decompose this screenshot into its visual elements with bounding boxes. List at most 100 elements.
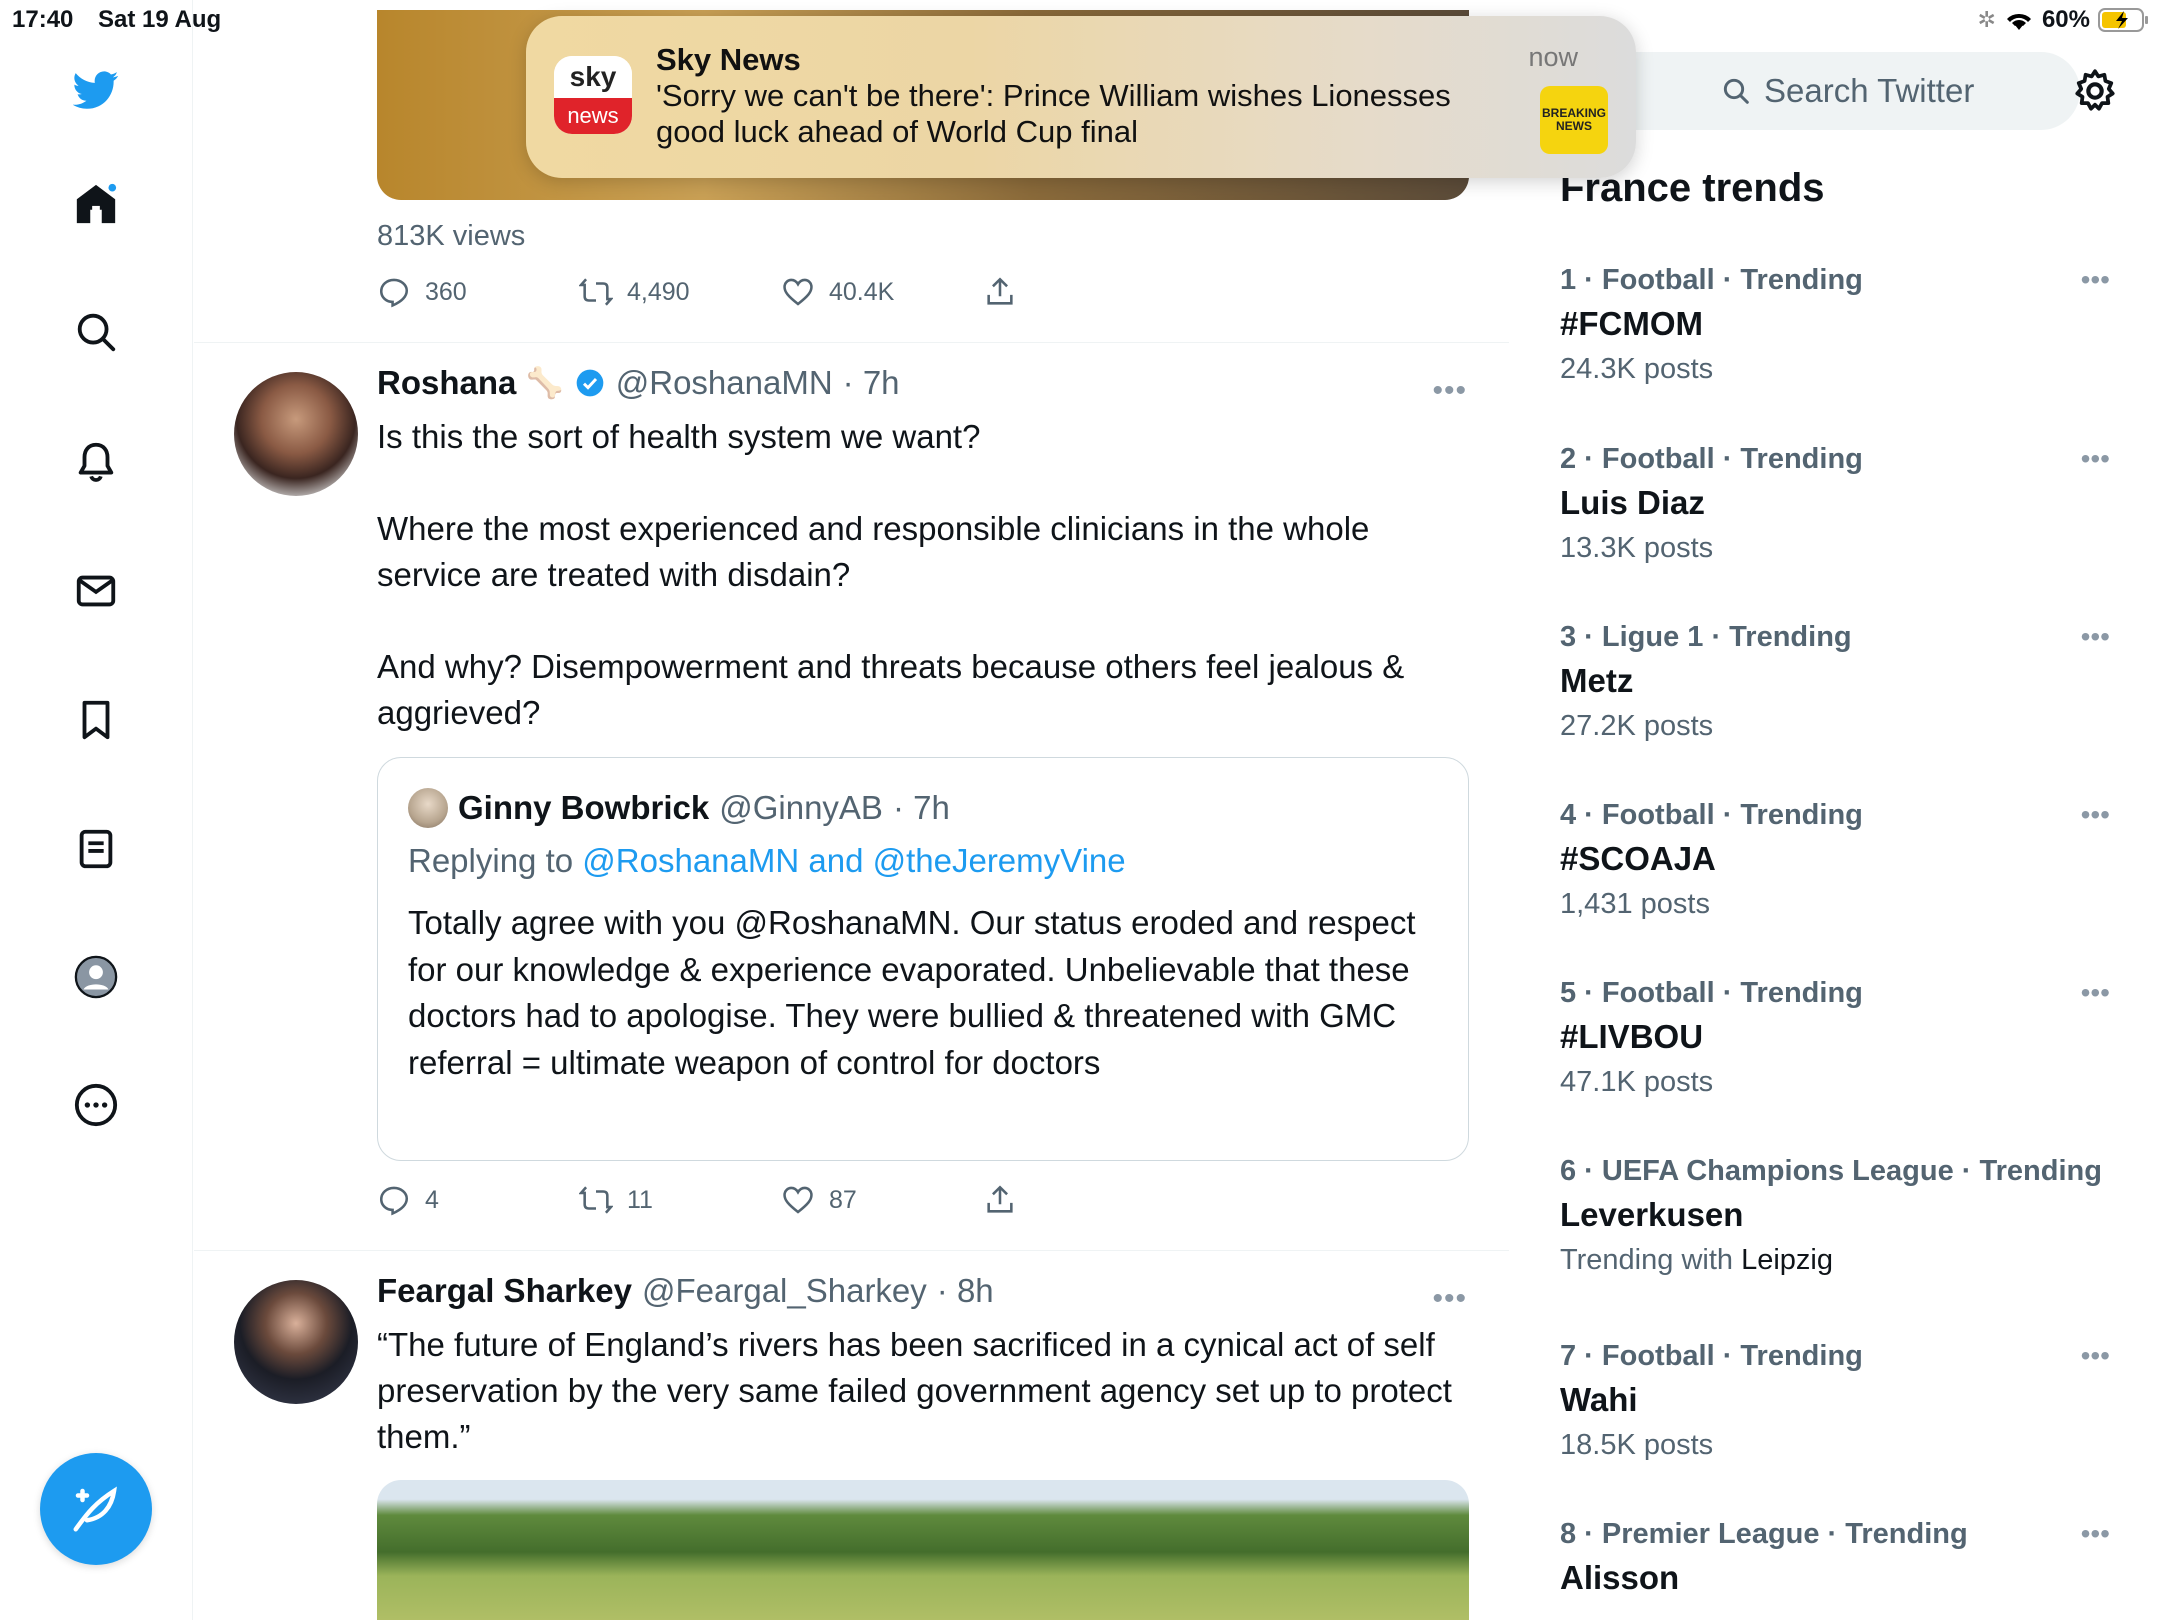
bookmark-icon[interactable] [64, 688, 128, 752]
trend-name: Alisson [1560, 1559, 1680, 1596]
trend-meta: 2 · Football · Trending [1560, 443, 1863, 475]
app-icon-top: sky [554, 56, 632, 98]
retweet-count: 4,490 [627, 277, 690, 306]
trend-with-name: Leipzig [1741, 1244, 1833, 1276]
heart-icon [783, 278, 813, 306]
timeline: 813K views 360 4,490 40.4K Roshana 🦴 @Ro… [194, 0, 1509, 1620]
home-icon[interactable] [64, 172, 128, 236]
trend-item[interactable]: 8 · Premier League · Trending Alisson ••… [1560, 1518, 2120, 1597]
trend-name: Wahi [1560, 1381, 1638, 1418]
trend-posts: 27.2K posts [1560, 710, 1714, 742]
trend-posts: 47.1K posts [1560, 1066, 1714, 1098]
avatar [408, 788, 448, 828]
trend-more-icon[interactable]: ••• [2081, 264, 2110, 296]
profile-icon[interactable] [64, 945, 128, 1009]
tweet-header: Feargal Sharkey @Feargal_Sharkey · 8h [377, 1272, 994, 1310]
notification-banner[interactable]: sky news Sky News 'Sorry we can't be the… [526, 16, 1636, 178]
notification-app-name: Sky News [656, 42, 801, 77]
notification-time: now [1528, 42, 1578, 72]
tweet-header: Roshana 🦴 @RoshanaMN · 7h [377, 364, 900, 402]
trend-item[interactable]: 7 · Football · Trending Wahi 18.5K posts… [1560, 1340, 2120, 1462]
trend-more-icon[interactable]: ••• [2081, 799, 2110, 831]
reply-count: 4 [425, 1185, 439, 1214]
left-nav [0, 0, 193, 1620]
trend-posts: 24.3K posts [1560, 353, 1714, 385]
quoted-tweet[interactable]: Ginny Bowbrick @GinnyAB · 7h Replying to… [377, 757, 1469, 1161]
trend-item[interactable]: 6 · UEFA Champions League · Trending Lev… [1560, 1155, 2120, 1277]
trend-item[interactable]: 3 · Ligue 1 · Trending Metz 27.2K posts … [1560, 621, 2120, 743]
trend-item[interactable]: 1 · Football · Trending #FCMOM 24.3K pos… [1560, 264, 2120, 386]
quote-author-name: Ginny Bowbrick [458, 789, 710, 826]
avatar[interactable] [234, 372, 358, 496]
reply-icon [379, 278, 409, 308]
share-icon [987, 1185, 1013, 1213]
trend-meta: 4 · Football · Trending [1560, 799, 1863, 831]
quote-author-handle: @GinnyAB [719, 789, 883, 826]
author-handle[interactable]: @RoshanaMN [616, 364, 833, 402]
breaking-news-thumbnail: BREAKING NEWS [1540, 86, 1608, 154]
trend-name: Leverkusen [1560, 1196, 1744, 1233]
retweet-icon [579, 278, 613, 306]
trend-more-icon[interactable]: ••• [2081, 443, 2110, 475]
like-count: 40.4K [829, 277, 895, 306]
trend-meta: 1 · Football · Trending [1560, 264, 1863, 296]
twitter-logo-icon[interactable] [64, 58, 128, 122]
author-name[interactable]: Roshana [377, 364, 516, 402]
search-icon[interactable] [64, 300, 128, 364]
retweet-button[interactable]: 11 [579, 1183, 781, 1217]
trend-more-icon[interactable]: ••• [2081, 1340, 2110, 1372]
trend-name: Metz [1560, 662, 1634, 699]
trend-more-icon[interactable]: ••• [2081, 621, 2110, 653]
more-icon[interactable] [64, 1073, 128, 1137]
quote-text: Totally agree with you @RoshanaMN. Our s… [408, 904, 1416, 1081]
tweet-more-icon[interactable]: ••• [1432, 1282, 1467, 1316]
trend-item[interactable]: 5 · Football · Trending #LIVBOU 47.1K po… [1560, 977, 2120, 1099]
trend-meta: 3 · Ligue 1 · Trending [1560, 621, 1852, 653]
trend-meta: 7 · Football · Trending [1560, 1340, 1863, 1372]
trend-name: Luis Diaz [1560, 484, 1705, 521]
list-icon[interactable] [64, 817, 128, 881]
reply-button[interactable]: 360 [377, 275, 579, 309]
trend-posts: 18.5K posts [1560, 1429, 1714, 1461]
trend-item[interactable]: 2 · Football · Trending Luis Diaz 13.3K … [1560, 443, 2120, 565]
like-button[interactable]: 87 [781, 1183, 983, 1217]
author-handle[interactable]: @Feargal_Sharkey [642, 1272, 927, 1310]
replying-to-link[interactable]: @RoshanaMN and @theJeremyVine [582, 842, 1125, 879]
retweet-button[interactable]: 4,490 [579, 275, 781, 309]
tweet-more-icon[interactable]: ••• [1432, 374, 1467, 408]
quote-header: Ginny Bowbrick @GinnyAB · 7h [408, 788, 950, 828]
verified-badge-icon [576, 369, 604, 397]
tweet-text: “The future of England’s rivers has been… [377, 1326, 1462, 1455]
tweet-time[interactable]: · 7h [843, 364, 900, 402]
trend-more-icon[interactable]: ••• [2081, 1518, 2110, 1550]
share-button[interactable] [983, 275, 1185, 309]
trend-meta: 5 · Football · Trending [1560, 977, 1863, 1009]
avatar[interactable] [234, 1280, 358, 1404]
tweet-media-image[interactable] [377, 1480, 1469, 1620]
compose-button[interactable] [40, 1453, 152, 1565]
sky-news-app-icon: sky news [554, 56, 632, 134]
mail-icon[interactable] [64, 559, 128, 623]
notification-body: 'Sorry we can't be there': Prince Willia… [656, 78, 1451, 149]
trend-item[interactable]: 4 · Football · Trending #SCOAJA 1,431 po… [1560, 799, 2120, 921]
trend-name: #LIVBOU [1560, 1018, 1704, 1055]
tweet-actions: 4 11 87 [377, 1180, 1185, 1220]
trend-name: #FCMOM [1560, 305, 1703, 342]
author-name[interactable]: Feargal Sharkey [377, 1272, 632, 1310]
search-icon [1723, 78, 1749, 104]
tweet-separator [194, 1250, 1509, 1251]
replying-to-prefix: Replying to [408, 842, 574, 879]
like-button[interactable]: 40.4K [781, 275, 983, 309]
bell-icon[interactable] [64, 430, 128, 494]
tweet-text: Is this the sort of health system we wan… [377, 418, 1405, 731]
tweet-time[interactable]: · 8h [937, 1272, 994, 1310]
trend-posts: 13.3K posts [1560, 532, 1714, 564]
trend-name: #SCOAJA [1560, 840, 1716, 877]
reply-button[interactable]: 4 [377, 1183, 579, 1217]
reply-count: 360 [425, 277, 467, 306]
replying-to: Replying to @RoshanaMN and @theJeremyVin… [408, 842, 1126, 880]
tweet-views: 813K views [377, 220, 526, 252]
trend-more-icon[interactable]: ••• [2081, 977, 2110, 1009]
share-button[interactable] [983, 1183, 1185, 1217]
gear-icon[interactable] [2070, 66, 2120, 116]
